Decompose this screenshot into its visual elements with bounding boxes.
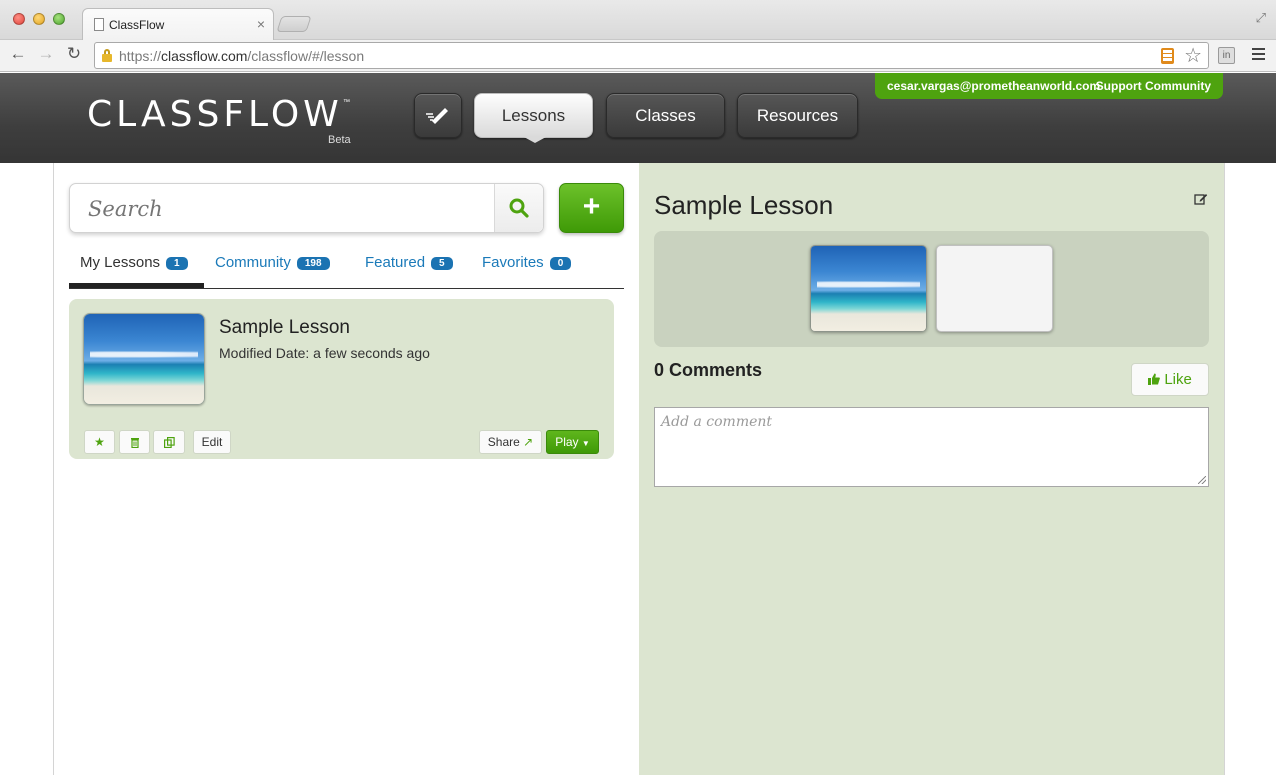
count-badge: 1	[166, 257, 188, 270]
slide-thumbnail-blank[interactable]	[936, 245, 1053, 332]
tab-label: Favorites	[482, 254, 544, 271]
user-email-link[interactable]: cesar.vargas@prometheanworld.com	[887, 79, 1100, 93]
search-box	[69, 183, 544, 233]
window-maximize-button[interactable]	[53, 13, 65, 25]
fullscreen-icon[interactable]: ⤢	[1256, 10, 1266, 26]
play-label: Play	[555, 435, 579, 449]
tab-featured[interactable]: Featured 5	[365, 254, 453, 271]
url-host: classflow.com	[161, 48, 248, 64]
add-lesson-button[interactable]: +	[559, 183, 624, 233]
url-scheme: https://	[119, 48, 162, 64]
tab-favorites[interactable]: Favorites 0	[482, 254, 572, 271]
comment-input[interactable]	[655, 408, 1208, 486]
bookmark-star-icon[interactable]: ☆	[1184, 43, 1202, 68]
slides-strip	[654, 231, 1209, 347]
beach-image	[811, 246, 926, 331]
forward-arrow-icon[interactable]: →	[35, 44, 57, 64]
window-close-button[interactable]	[13, 13, 25, 25]
play-dropdown-button[interactable]: Play ▼	[546, 430, 599, 454]
lesson-card[interactable]: Sample Lesson Modified Date: a few secon…	[69, 299, 614, 459]
lesson-title[interactable]: Sample Lesson	[219, 317, 350, 339]
browser-menu-icon[interactable]	[1252, 48, 1265, 63]
tab-title: ClassFlow	[109, 18, 165, 32]
linkedin-extension-icon[interactable]: in	[1218, 47, 1235, 64]
page-extension-icon[interactable]	[1161, 48, 1174, 64]
active-tab-indicator	[69, 283, 204, 288]
browser-tab[interactable]: ClassFlow ×	[82, 8, 274, 40]
new-tab-button[interactable]	[276, 16, 312, 32]
classflow-logo[interactable]: CLASSFLOW	[87, 94, 343, 135]
url-text[interactable]: https://classflow.com/classflow/#/lesson	[119, 48, 364, 64]
active-tab-notch	[524, 137, 546, 143]
lesson-tabs: My Lessons 1 Community 198 Featured 5 Favor…	[69, 248, 624, 289]
comment-field-wrapper	[654, 407, 1209, 487]
app-header: CLASSFLOW ™ Beta Lessons Classes Resourc…	[0, 73, 1276, 163]
share-label: Share	[487, 435, 520, 449]
tab-label: Community	[215, 254, 291, 271]
user-bar: cesar.vargas@prometheanworld.com Support…	[875, 73, 1223, 99]
back-arrow-icon[interactable]: ←	[7, 44, 29, 64]
url-path: /classflow/#/lesson	[247, 48, 365, 64]
share-button[interactable]: Share ↗	[479, 430, 542, 454]
nav-classes-button[interactable]: Classes	[606, 93, 725, 138]
comments-count: 0 Comments	[654, 360, 763, 380]
tab-label: My Lessons	[80, 254, 161, 271]
count-badge: 0	[549, 257, 572, 270]
copy-icon	[163, 437, 175, 449]
lesson-thumbnail[interactable]	[83, 313, 205, 405]
browser-tabstrip: ClassFlow × ⤢	[0, 0, 1276, 40]
tab-my-lessons[interactable]: My Lessons 1	[80, 254, 188, 271]
search-input[interactable]	[88, 197, 468, 221]
beach-image	[84, 314, 204, 404]
like-label: Like	[1164, 371, 1192, 388]
tab-community[interactable]: Community 198	[215, 254, 330, 271]
trash-icon	[130, 438, 139, 449]
pencil-icon	[426, 108, 448, 124]
external-link-icon: ↗	[523, 435, 534, 449]
nav-lessons-button[interactable]: Lessons	[474, 93, 593, 138]
lock-icon	[102, 49, 112, 62]
nav-resources-button[interactable]: Resources	[737, 93, 858, 138]
window-minimize-button[interactable]	[33, 13, 45, 25]
favorite-button[interactable]: ★	[84, 430, 115, 454]
beta-label: Beta	[328, 134, 351, 146]
lesson-modified-date: Modified Date: a few seconds ago	[219, 345, 430, 361]
address-bar[interactable]: https://classflow.com/classflow/#/lesson…	[94, 42, 1209, 69]
lesson-detail-title: Sample Lesson	[654, 190, 834, 220]
caret-down-icon: ▼	[581, 439, 590, 448]
search-icon	[509, 198, 529, 218]
delete-button[interactable]	[119, 430, 150, 454]
tab-label: Featured	[365, 254, 426, 271]
thumbs-up-icon	[1148, 371, 1164, 388]
duplicate-button[interactable]	[153, 430, 185, 454]
logo-trademark: ™	[343, 99, 350, 106]
reload-icon[interactable]: ↻	[63, 44, 85, 64]
count-badge: 5	[431, 257, 453, 270]
browser-toolbar: ← → ↻ https://classflow.com/classflow/#/…	[0, 40, 1276, 72]
support-community-link[interactable]: Support Community	[1096, 79, 1211, 93]
search-button[interactable]	[494, 184, 543, 232]
edit-icon[interactable]	[1194, 192, 1208, 206]
create-button[interactable]	[414, 93, 462, 138]
count-badge: 198	[296, 257, 330, 270]
tab-close-icon[interactable]: ×	[257, 16, 265, 32]
star-icon: ★	[94, 435, 105, 449]
slide-thumbnail[interactable]	[810, 245, 927, 332]
like-button[interactable]: Like	[1131, 363, 1209, 396]
page-icon	[94, 18, 104, 31]
edit-button[interactable]: Edit	[193, 430, 231, 454]
resize-grip-icon[interactable]	[1198, 476, 1206, 484]
